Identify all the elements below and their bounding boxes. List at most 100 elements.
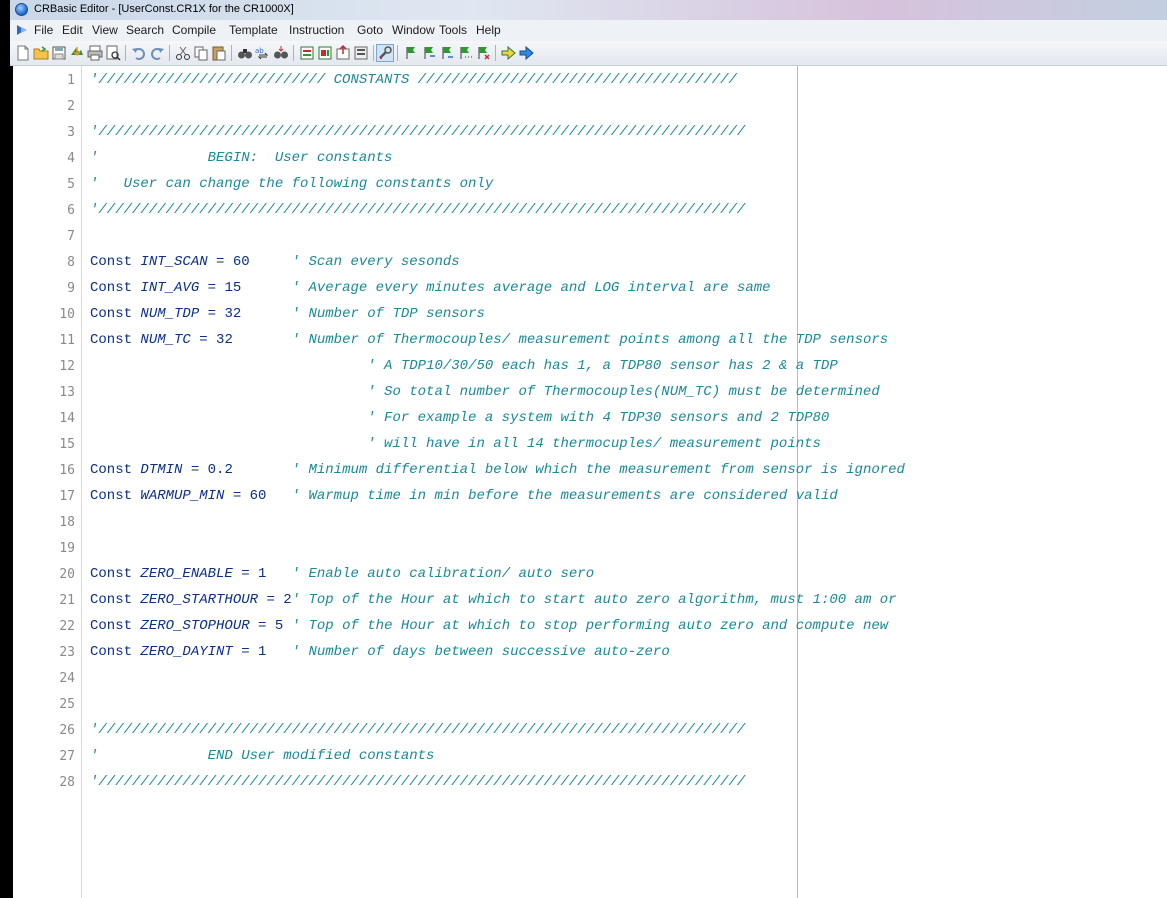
constant-value: = 1 [232, 644, 292, 660]
keyword: Const [90, 254, 141, 270]
line-number: 28 [59, 775, 75, 790]
save-icon[interactable] [50, 44, 68, 62]
line-number: 25 [59, 697, 75, 712]
code-line: ' END User modified constants [90, 748, 434, 764]
line-number: 9 [67, 281, 75, 296]
comment: ' Number of days between successive auto… [291, 644, 670, 660]
constant-name: ZERO_DAYINT [140, 644, 233, 660]
comment: ' BEGIN: User constants [90, 150, 393, 166]
bookmark-next-icon[interactable] [420, 44, 438, 62]
code-line: Const INT_AVG = 15 ' Average every minut… [90, 280, 771, 296]
constant-name: NUM_TC [140, 332, 191, 348]
find-icon[interactable] [236, 44, 254, 62]
send-program-icon[interactable] [334, 44, 352, 62]
document-menu-icon[interactable] [15, 23, 29, 37]
menu-instruction[interactable]: Instruction [289, 23, 344, 37]
constant-name: ZERO_ENABLE [140, 566, 233, 582]
paste-icon[interactable] [210, 44, 228, 62]
menu-compile[interactable]: Compile [172, 23, 216, 37]
menu-help[interactable]: Help [476, 23, 501, 37]
line-number: 12 [59, 359, 75, 374]
code-line: '///////////////////////////////////////… [90, 124, 745, 140]
line-number-gutter: 1 2 3 4 5 6 7 8 9 10 11 12 13 14 15 16 17 18 19 20 21 22 23 24 2… [13, 66, 82, 898]
svg-text:ab: ab [255, 47, 264, 55]
compile-save-icon[interactable] [316, 44, 334, 62]
line-number: 1 [67, 73, 75, 88]
comment: '/////////////////////////// CONSTANTS /… [90, 72, 737, 88]
open-folder-icon[interactable] [32, 44, 50, 62]
menu-template[interactable]: Template [229, 23, 278, 37]
undo-icon[interactable] [130, 44, 148, 62]
bookmark-list-icon[interactable] [456, 44, 474, 62]
menu-goto[interactable]: Goto [357, 23, 383, 37]
comment: ' User can change the following constant… [90, 176, 494, 192]
comment: ' Warmup time in min before the measurem… [291, 488, 838, 504]
copy-icon[interactable] [192, 44, 210, 62]
redo-icon[interactable] [148, 44, 166, 62]
constant-value: = 0.2 [182, 462, 292, 478]
bookmark-prev-icon[interactable] [438, 44, 456, 62]
code-line: Const NUM_TDP = 32 ' Number of TDP senso… [90, 306, 485, 322]
bookmark-toggle-icon[interactable] [402, 44, 420, 62]
line-number: 11 [59, 333, 75, 348]
line-number: 23 [59, 645, 75, 660]
menu-window[interactable]: Window [392, 23, 435, 37]
go-forward-icon[interactable] [517, 44, 535, 62]
constant-value: = 32 [199, 306, 292, 322]
comment: ' Scan every sesonds [291, 254, 460, 270]
comment: ' For example a system with 4 TDP30 sens… [90, 410, 830, 426]
keyword: Const [90, 592, 141, 608]
compile-icon[interactable] [298, 44, 316, 62]
menu-file[interactable]: File [34, 23, 53, 37]
code-line: '///////////////////////////////////////… [90, 202, 745, 218]
constant-name: NUM_TDP [140, 306, 200, 322]
constant-name: WARMUP_MIN [140, 488, 225, 504]
print-icon[interactable] [86, 44, 104, 62]
go-back-icon[interactable] [499, 44, 517, 62]
save-all-icon[interactable] [68, 44, 86, 62]
title-bar: CRBasic Editor - [UserConst.CR1X for the… [10, 0, 1167, 20]
line-number: 27 [59, 749, 75, 764]
code-editor[interactable]: 1 2 3 4 5 6 7 8 9 10 11 12 13 14 15 16 17 18 19 20 21 22 23 24 2… [10, 66, 1167, 898]
line-number: 8 [67, 255, 75, 270]
constant-value: = 60 [224, 488, 292, 504]
line-number: 21 [59, 593, 75, 608]
constant-name: INT_SCAN [140, 254, 208, 270]
find-next-icon[interactable] [272, 44, 290, 62]
menu-edit[interactable]: Edit [62, 23, 83, 37]
code-line: Const NUM_TC = 32 ' Number of Thermocoup… [90, 332, 888, 348]
line-number: 19 [59, 541, 75, 556]
check-icon[interactable] [352, 44, 370, 62]
comment: ' Top of the Hour at which to stop perfo… [291, 618, 889, 634]
wrench-icon[interactable] [376, 44, 394, 62]
code-line: ' BEGIN: User constants [90, 150, 392, 166]
code-line: '/////////////////////////// CONSTANTS /… [90, 72, 737, 88]
crbasic-app-icon [15, 3, 28, 16]
code-line: Const DTMIN = 0.2 ' Minimum differential… [90, 462, 905, 478]
menu-search[interactable]: Search [126, 23, 164, 37]
menu-view[interactable]: View [92, 23, 118, 37]
comment: ' So total number of Thermocouples(NUM_T… [90, 384, 880, 400]
comment: ' Number of Thermocouples/ measurement p… [291, 332, 889, 348]
constant-value: = 2 [258, 592, 292, 608]
line-number: 26 [59, 723, 75, 738]
line-number: 20 [59, 567, 75, 582]
keyword: Const [90, 566, 141, 582]
comment: ' Top of the Hour at which to start auto… [291, 592, 897, 608]
line-number: 22 [59, 619, 75, 634]
keyword: Const [90, 332, 141, 348]
menu-bar: File Edit View Search Compile Template I… [10, 20, 1167, 42]
code-line: ' will have in all 14 thermocuples/ meas… [90, 436, 821, 452]
bookmark-clear-icon[interactable] [474, 44, 492, 62]
new-file-icon[interactable] [14, 44, 32, 62]
line-number: 6 [67, 203, 75, 218]
replace-icon[interactable]: ab [254, 44, 272, 62]
cut-icon[interactable] [174, 44, 192, 62]
menu-tools[interactable]: Tools [439, 23, 467, 37]
comment: ' will have in all 14 thermocuples/ meas… [90, 436, 821, 452]
constant-value: = 15 [199, 280, 292, 296]
comment: ' END User modified constants [90, 748, 435, 764]
toolbar: ab [10, 41, 1167, 66]
comment: '///////////////////////////////////////… [90, 124, 746, 140]
print-preview-icon[interactable] [104, 44, 122, 62]
